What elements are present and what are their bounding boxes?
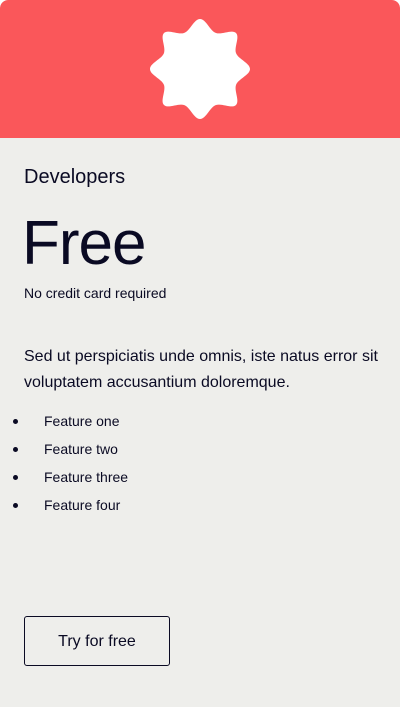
- card-header: [0, 0, 400, 138]
- feature-item: Feature two: [0, 435, 128, 463]
- plan-name: Developers: [24, 166, 126, 188]
- plan-price: Free: [22, 209, 146, 278]
- feature-item: Feature four: [0, 491, 128, 519]
- bullet-icon: [13, 503, 18, 508]
- feature-label: Feature four: [44, 497, 121, 513]
- pricing-card: Developers Free No credit card required …: [0, 0, 400, 707]
- feature-label: Feature three: [44, 469, 129, 485]
- try-for-free-button[interactable]: Try for free: [24, 616, 170, 666]
- feature-label: Feature one: [44, 413, 120, 429]
- feature-label: Feature two: [44, 441, 118, 457]
- bullet-icon: [13, 419, 18, 424]
- feature-item: Feature three: [0, 463, 128, 491]
- price-note: No credit card required: [24, 285, 167, 301]
- bullet-icon: [13, 475, 18, 480]
- badge-icon: [150, 19, 250, 119]
- feature-list: Feature one Feature two Feature three Fe…: [0, 407, 128, 519]
- plan-description: Sed ut perspiciatis unde omnis, iste nat…: [24, 348, 378, 391]
- bullet-icon: [13, 447, 18, 452]
- feature-item: Feature one: [0, 407, 128, 435]
